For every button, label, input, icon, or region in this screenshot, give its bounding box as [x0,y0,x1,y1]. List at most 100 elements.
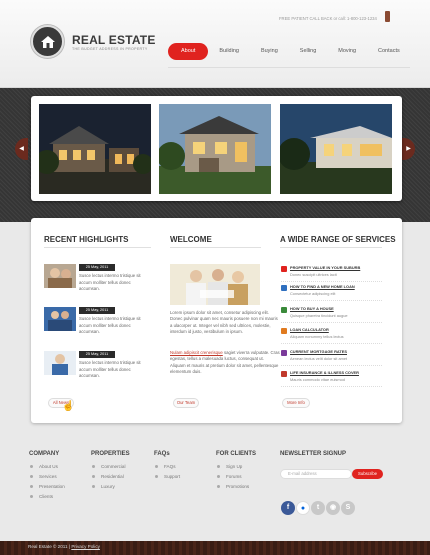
services-title: A WIDE RANGE OF SERVICES [280,235,396,244]
service-title-4[interactable]: LOAN CALCULATOR [290,327,329,332]
privacy-policy-link[interactable]: Privacy Policy [71,544,100,549]
footer-link-label[interactable]: FAQs [164,464,176,469]
bullet-icon [92,465,95,469]
footer-company-title: COMPANY [29,451,60,457]
footer-link-label[interactable]: Commercial [101,464,126,469]
slide-house-stone[interactable] [159,104,271,194]
service-title-1[interactable]: PROPERTY VALUE IN YOUR SUBURB [290,265,360,270]
footer-link-label[interactable]: Clients [39,494,53,499]
more-info-button[interactable]: More Info [282,398,310,408]
buy-house-icon [281,307,287,313]
footer-link-label[interactable]: About Us [39,464,58,469]
footer-properties-title: PROPERTIES [91,451,130,457]
logo-title[interactable]: REAL ESTATE [72,33,156,47]
copyright: Real Estate © 2011 | Privacy Policy [28,544,100,549]
facebook-icon[interactable]: f [281,501,295,515]
footer-link-luxury[interactable]: Luxury [92,484,115,489]
footer-link-label[interactable]: Support [164,474,180,479]
twitter-icon[interactable]: t [311,501,325,515]
service-item-6[interactable]: LIFE INSURANCE & ILLNESS COVER Mauris co… [281,369,382,387]
service-desc-4: Aliquam nonummy tellus lectus [290,334,344,339]
services-underline [280,247,382,248]
footer-link-label[interactable]: Services [39,474,57,479]
footer-link-residential[interactable]: Residential [92,474,124,479]
service-item-1[interactable]: PROPERTY VALUE IN YOUR SUBURB Donec susc… [281,264,382,282]
newsletter-email-input[interactable]: E-mail address [280,469,352,479]
our-team-button[interactable]: Our Team [173,398,199,408]
footer-link-clients[interactable]: Clients [30,494,53,499]
subscribe-button[interactable]: Subscribe [352,469,383,479]
insurance-icon [281,371,287,377]
slide-house-night-1[interactable] [39,104,151,194]
nav-contacts[interactable]: Contacts [367,43,411,60]
footer-link-label[interactable]: Luxury [101,484,115,489]
image-slider [31,96,402,201]
highlight-date-1: 25 May, 2011 [79,264,115,271]
highlight-thumb-2[interactable] [44,307,76,331]
highlight-thumb-3[interactable] [44,351,76,375]
service-title-5[interactable]: CURRENT MORTGAGE RATES [290,349,347,354]
footer-link-sign-up[interactable]: Sign Up [217,464,242,469]
nav-building[interactable]: Building [208,43,250,60]
bullet-icon [30,475,33,479]
bullet-icon [155,465,158,469]
service-desc-5: Aenean lectus velit dolor sit amet [290,356,348,361]
nav-buying[interactable]: Buying [250,43,289,60]
highlight-date-3: 25 May, 2011 [79,351,115,358]
home-value-icon [281,266,287,272]
flickr-icon[interactable]: ● [296,501,310,515]
newsletter-title: NEWSLETTER SIGNUP [280,451,347,457]
bullet-icon [92,485,95,489]
highlights-title: RECENT HIGHLIGHTS [44,235,129,244]
highlight-text-2: Susce lectus intermo tristique sit accum… [79,316,141,334]
footer-link-promotions[interactable]: Promotions [217,484,249,489]
welcome-title: WELCOME [170,235,212,244]
welcome-team-image[interactable] [170,264,260,305]
footer-link-support[interactable]: Support [155,474,180,479]
bullet-icon [92,475,95,479]
logo-house-icon[interactable] [31,25,64,58]
service-desc-1: Donec suscipit ultrices lacit [290,272,337,277]
welcome-paragraph-2: Nulam adipiscit crenerisque sagiet viver… [170,350,280,388]
highlight-thumb-1[interactable] [44,264,76,288]
call-back-text: FREE PATIENT CALL BACK or call: 1-800-12… [279,16,377,21]
highlights-underline [44,247,151,248]
service-item-5[interactable]: CURRENT MORTGAGE RATES Aenean lectus vel… [281,348,382,366]
service-title-6[interactable]: LIFE INSURANCE & ILLNESS COVER [290,370,359,375]
rss-icon[interactable]: ◉ [326,501,340,515]
bullet-icon [155,475,158,479]
service-item-4[interactable]: LOAN CALCULATOR Aliquam nonummy tellus l… [281,326,382,344]
service-title-3[interactable]: HOW TO BUY A HOUSE [290,306,334,311]
footer-link-label[interactable]: Promotions [226,484,249,489]
footer-link-services[interactable]: Services [30,474,57,479]
footer-link-label[interactable]: Forums [226,474,242,479]
footer-link-commercial[interactable]: Commercial [92,464,126,469]
footer-link-presentation[interactable]: Presentation [30,484,65,489]
service-item-2[interactable]: HOW TO FIND A NEW HOME LOAN Consectetur … [281,283,382,301]
welcome-link[interactable]: Nulam adipiscit crenerisque [170,350,223,355]
footer-link-label[interactable]: Presentation [39,484,65,489]
welcome-underline [170,247,261,248]
footer-link-faqs[interactable]: FAQs [155,464,176,469]
slide-house-night-2[interactable] [280,104,392,194]
footer-link-label[interactable]: Sign Up [226,464,242,469]
nav-about[interactable]: About [168,43,209,60]
highlight-text-3: Susce lectus intermo tristique sit accum… [79,360,141,378]
bullet-icon [217,465,220,469]
highlight-text-1: Susce lectus intermo tristique sit accum… [79,273,141,291]
service-item-3[interactable]: HOW TO BUY A HOUSE Quisque pharetra tinc… [281,305,382,323]
service-title-2[interactable]: HOW TO FIND A NEW HOME LOAN [290,284,355,289]
home-loan-icon [281,285,287,291]
hand-cursor-icon: ☝ [62,401,75,412]
bullet-icon [30,495,33,499]
service-desc-2: Consectetur adipiscing elit [290,291,336,296]
bullet-icon [30,465,33,469]
footer-link-label[interactable]: Residential [101,474,124,479]
skype-icon[interactable]: S [341,501,355,515]
nav-moving[interactable]: Moving [327,43,367,60]
nav-selling[interactable]: Selling [289,43,328,60]
mortgage-rates-icon [281,350,287,356]
footer-link-about-us[interactable]: About Us [30,464,58,469]
service-desc-6: Mauris commodo vitae euismod [290,377,345,382]
footer-link-forums[interactable]: Forums [217,474,242,479]
